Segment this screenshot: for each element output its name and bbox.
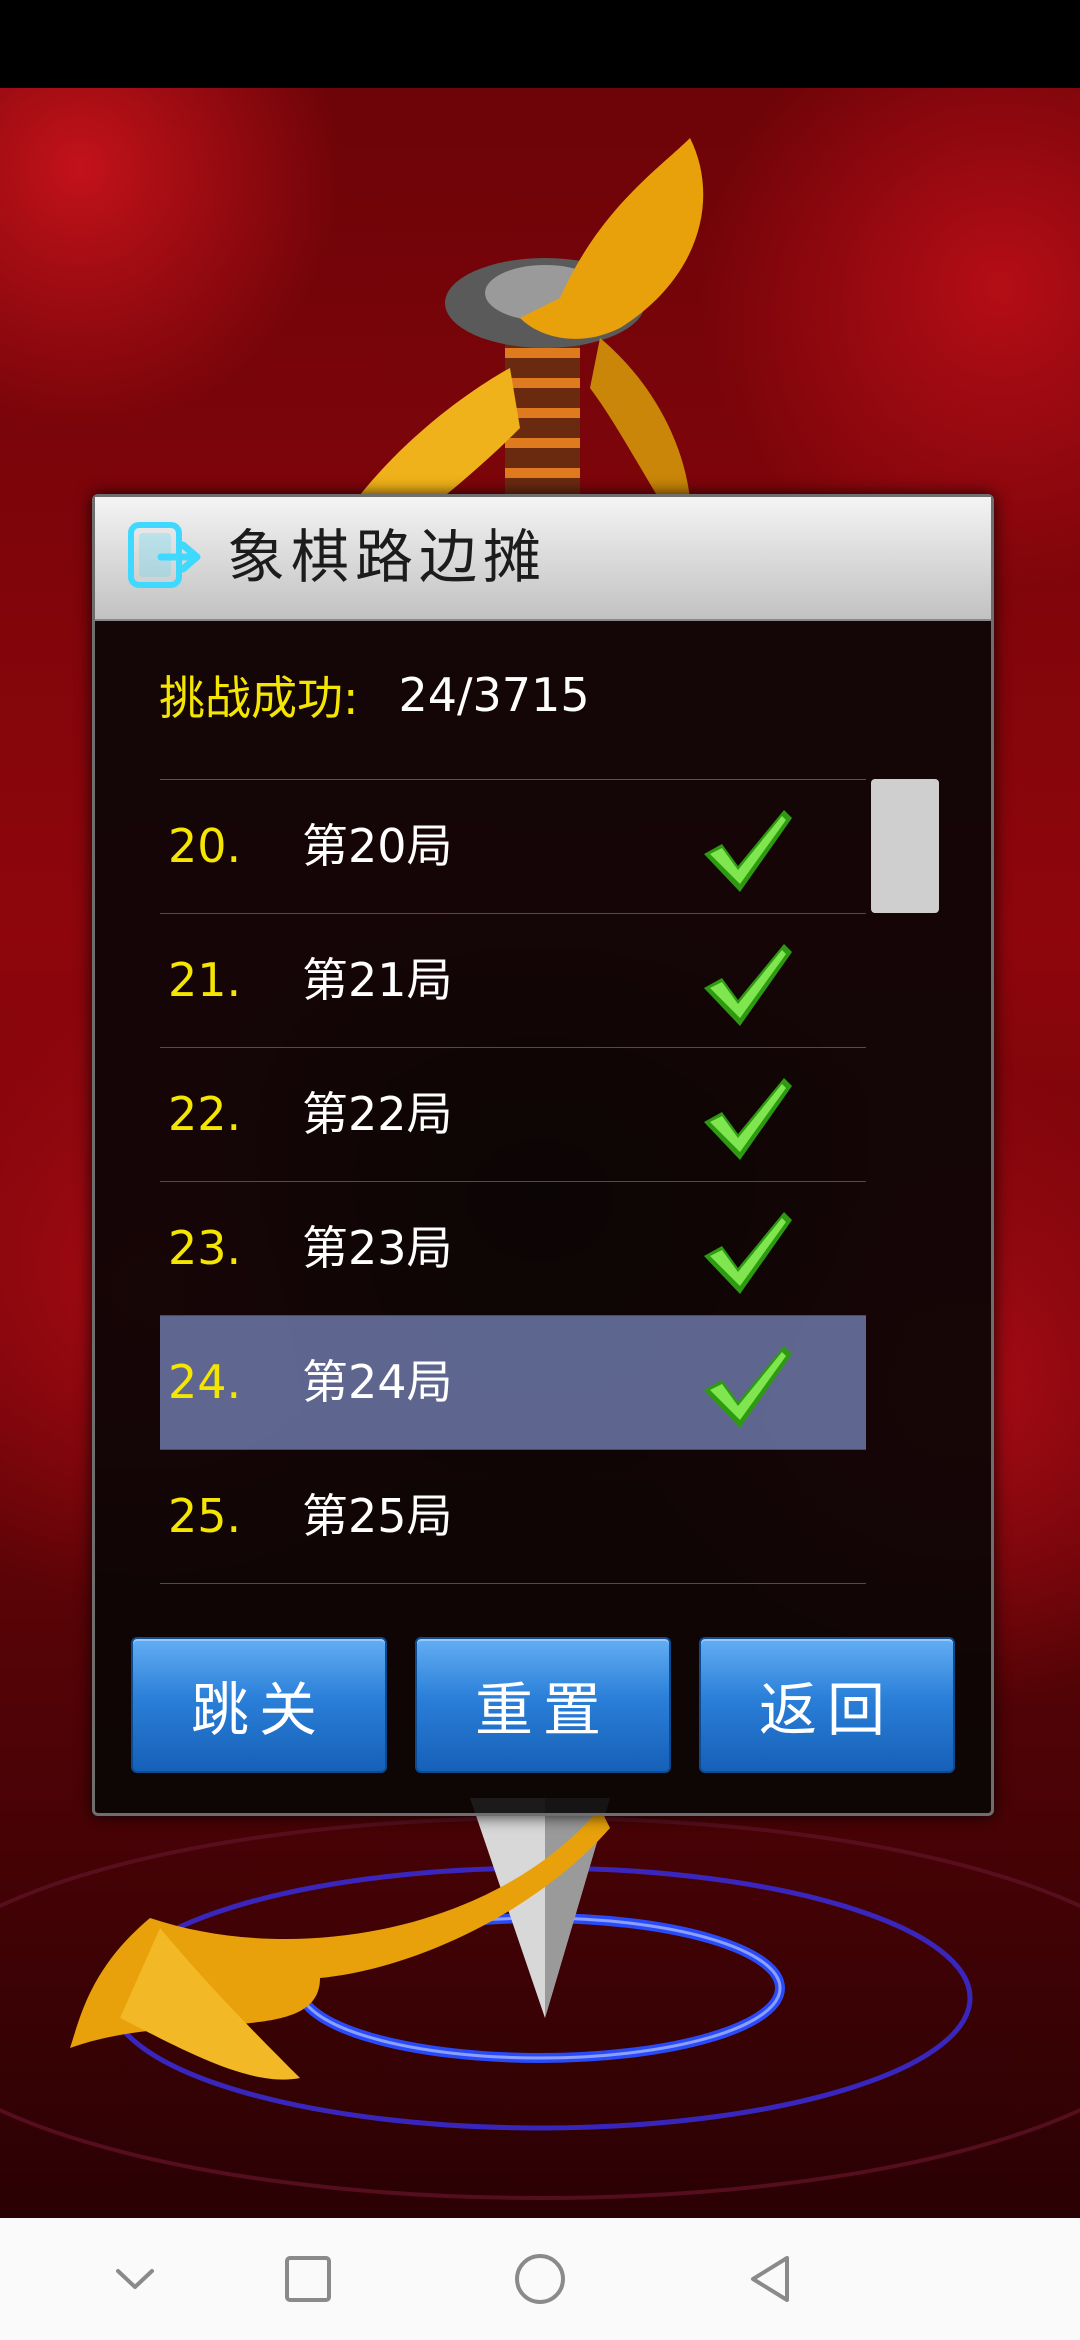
- level-name: 第20局: [302, 819, 453, 873]
- level-number: 24.: [168, 1355, 242, 1409]
- back-button[interactable]: 返回: [699, 1637, 955, 1773]
- app-exit-icon: [128, 522, 201, 588]
- checkmark-icon: [704, 1078, 792, 1160]
- checkmark-icon: [704, 1212, 792, 1294]
- level-row-selected[interactable]: 24. 第24局: [160, 1316, 866, 1450]
- challenge-progress: 挑战成功: 24/3715: [159, 665, 590, 725]
- checkmark-icon: [704, 1346, 792, 1428]
- checkmark-icon: [704, 810, 792, 892]
- level-number: 21.: [168, 953, 242, 1007]
- level-name: 第24局: [302, 1355, 453, 1409]
- nav-recents-button[interactable]: [238, 2234, 378, 2324]
- status-bar: [0, 0, 1080, 88]
- skip-level-button[interactable]: 跳关: [131, 1637, 387, 1773]
- chevron-down-icon: [116, 2269, 154, 2289]
- dialog-header: 象棋路边摊: [95, 497, 991, 621]
- reset-button[interactable]: 重置: [415, 1637, 671, 1773]
- level-number: 22.: [168, 1087, 242, 1141]
- level-number: 20.: [168, 819, 242, 873]
- progress-value: 24/3715: [398, 668, 590, 722]
- level-row[interactable]: 23. 第23局: [160, 1182, 866, 1316]
- level-row[interactable]: 25. 第25局: [160, 1450, 866, 1584]
- system-nav-bar: [0, 2218, 1080, 2340]
- progress-label: 挑战成功:: [159, 671, 359, 725]
- level-select-dialog: 象棋路边摊 挑战成功: 24/3715 20. 第20局 21. 第21局 22…: [92, 494, 994, 1816]
- list-scrollbar[interactable]: [871, 779, 939, 1589]
- level-name: 第21局: [302, 953, 453, 1007]
- nav-back-button[interactable]: [700, 2234, 840, 2324]
- scroll-thumb[interactable]: [871, 779, 939, 913]
- nav-home-button[interactable]: [470, 2234, 610, 2324]
- level-list[interactable]: 20. 第20局 21. 第21局 22. 第22局 23. 第23局 24. …: [160, 779, 866, 1590]
- level-row[interactable]: 20. 第20局: [160, 780, 866, 914]
- level-number: 25.: [168, 1489, 242, 1543]
- level-row[interactable]: 22. 第22局: [160, 1048, 866, 1182]
- checkmark-icon: [704, 944, 792, 1026]
- recents-square-icon: [285, 2256, 331, 2302]
- dialog-title: 象棋路边摊: [227, 523, 548, 591]
- level-name: 第23局: [302, 1221, 453, 1275]
- home-circle-icon: [515, 2254, 565, 2304]
- level-number: 23.: [168, 1221, 242, 1275]
- nav-hide-button[interactable]: [65, 2234, 205, 2324]
- level-name: 第25局: [302, 1489, 453, 1543]
- level-row[interactable]: 21. 第21局: [160, 914, 866, 1048]
- level-name: 第22局: [302, 1087, 453, 1141]
- back-triangle-icon: [751, 2256, 789, 2302]
